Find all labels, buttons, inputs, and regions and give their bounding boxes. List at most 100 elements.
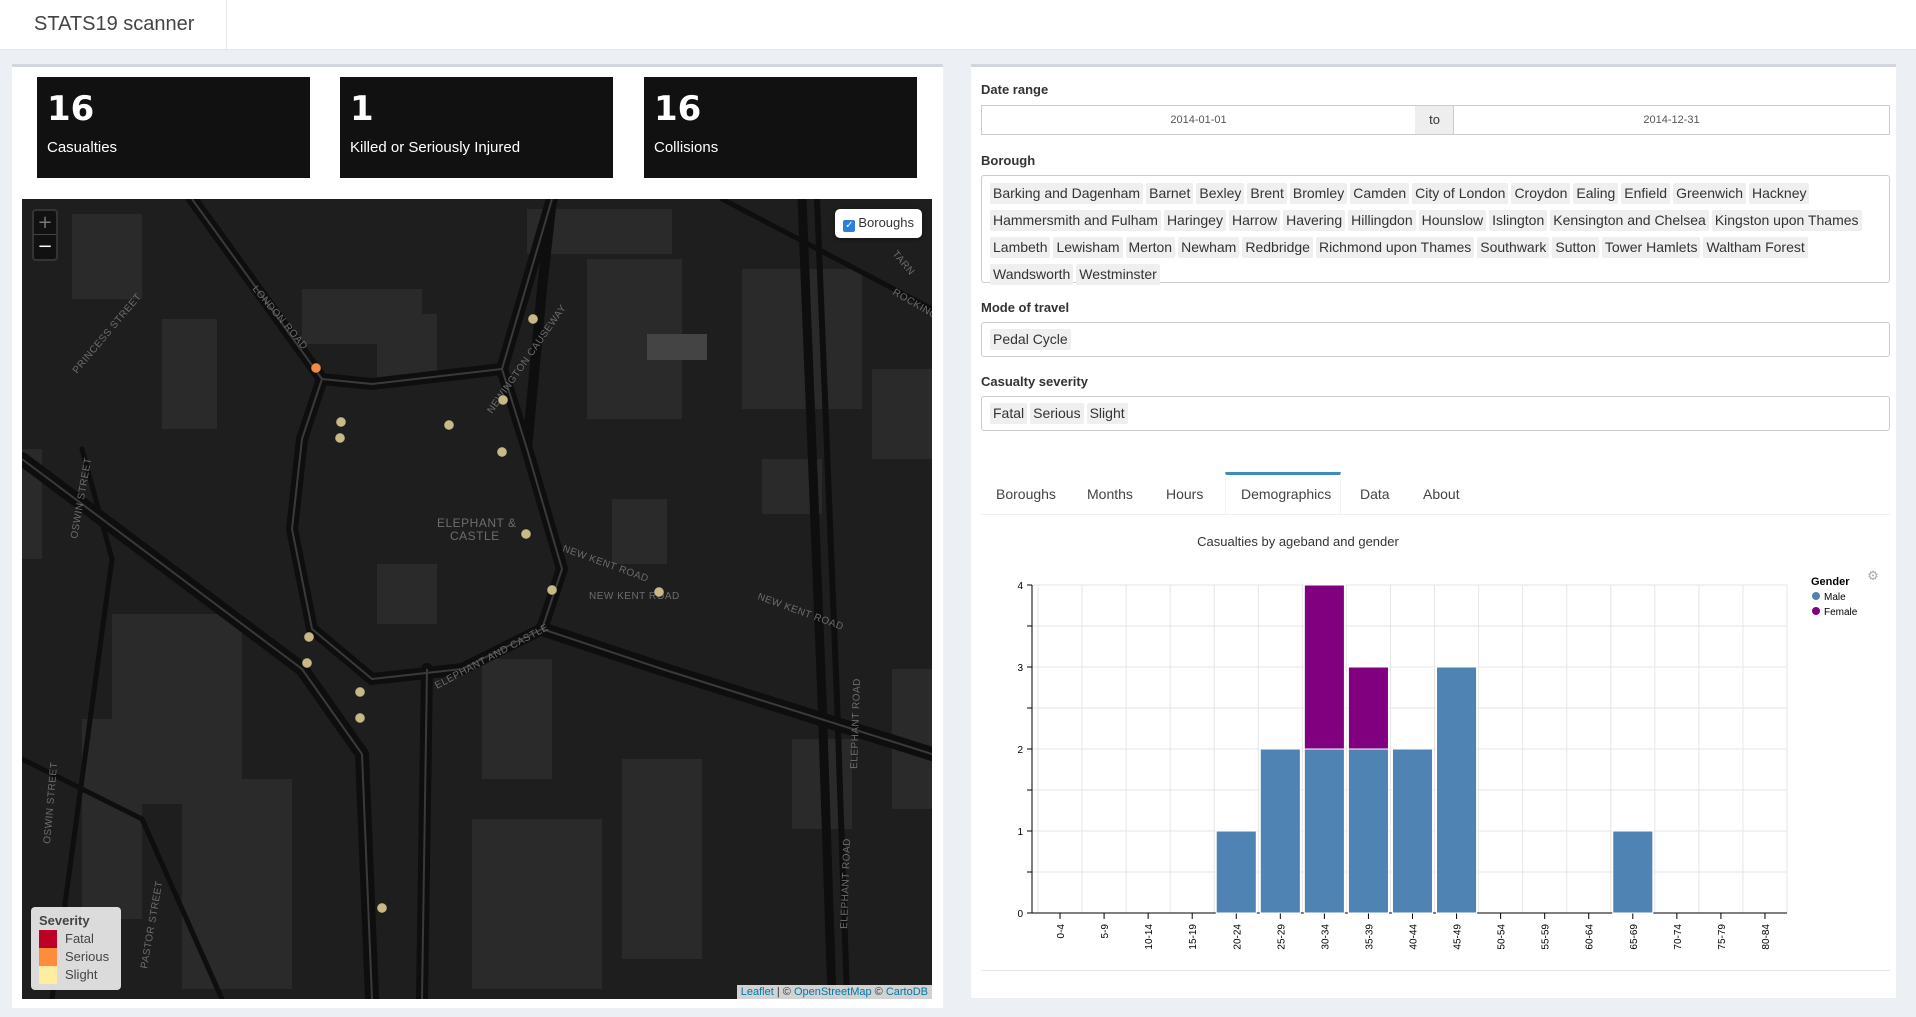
tab-data[interactable]: Data xyxy=(1345,472,1405,515)
leaflet-link[interactable]: Leaflet xyxy=(741,986,774,998)
osm-link[interactable]: OpenStreetMap xyxy=(794,986,872,998)
severity-select[interactable]: Fatal Serious Slight xyxy=(981,396,1890,431)
map-tiles: LONDON ROAD PRINCESS STREET NEWINGTON CA… xyxy=(22,199,932,999)
bar-male xyxy=(1347,748,1389,914)
borough-tag[interactable]: Merton xyxy=(1125,237,1176,258)
borough-tag[interactable]: Brent xyxy=(1247,183,1287,204)
casualty-marker[interactable] xyxy=(301,657,313,669)
legend-item-fatal: Fatal xyxy=(39,930,113,948)
casualty-marker[interactable] xyxy=(310,362,322,374)
casualties-value-box: 16 Casualties xyxy=(37,77,310,178)
borough-tag[interactable]: Wandsworth xyxy=(990,264,1074,285)
borough-tag[interactable]: Redbridge xyxy=(1242,237,1313,258)
borough-tag[interactable]: Greenwich xyxy=(1673,183,1747,204)
borough-tag[interactable]: Hackney xyxy=(1749,183,1810,204)
x-tick-label: 50-54 xyxy=(1497,924,1508,950)
borough-tag[interactable]: Hillingdon xyxy=(1348,210,1416,231)
borough-tag[interactable]: Haringey xyxy=(1163,210,1226,231)
casualty-marker[interactable] xyxy=(546,584,558,596)
borough-tag[interactable]: Hammersmith and Fulham xyxy=(990,210,1161,231)
borough-tag[interactable]: Hounslow xyxy=(1418,210,1487,231)
borough-tag[interactable]: Lambeth xyxy=(990,237,1051,258)
mode-tag[interactable]: Pedal Cycle xyxy=(990,329,1071,350)
map-label: PRINCESS STREET xyxy=(71,292,144,376)
legend-item-slight: Slight xyxy=(39,966,113,984)
borough-tag[interactable]: Barking and Dagenham xyxy=(990,183,1144,204)
mode-select[interactable]: Pedal Cycle xyxy=(981,322,1890,357)
date-range-separator: to xyxy=(1415,105,1454,135)
borough-tag[interactable]: Lewisham xyxy=(1053,237,1123,258)
borough-tag[interactable]: Enfield xyxy=(1621,183,1671,204)
casualty-marker[interactable] xyxy=(354,686,366,698)
app-title[interactable]: STATS19 scanner xyxy=(0,0,227,50)
borough-tag[interactable]: Croydon xyxy=(1511,183,1571,204)
casualty-marker[interactable] xyxy=(335,416,347,428)
borough-tag[interactable]: Ealing xyxy=(1573,183,1619,204)
borough-tag[interactable]: Islington xyxy=(1489,210,1548,231)
borough-tag[interactable]: Bromley xyxy=(1289,183,1348,204)
x-tick-label: 55-59 xyxy=(1541,924,1552,950)
legend-label: Female xyxy=(1824,607,1858,618)
start-date-input[interactable]: 2014-01-01 xyxy=(981,105,1416,135)
right-panel: Date range 2014-01-01 to 2014-12-31 Boro… xyxy=(971,64,1896,998)
casualty-marker[interactable] xyxy=(334,432,346,444)
ksi-value-box: 1 Killed or Seriously Injured xyxy=(340,77,613,178)
zoom-in-button[interactable]: + xyxy=(34,211,56,235)
end-date-input[interactable]: 2014-12-31 xyxy=(1453,105,1890,135)
collision-map[interactable]: LONDON ROAD PRINCESS STREET NEWINGTON CA… xyxy=(22,199,932,999)
tab-hours[interactable]: Hours xyxy=(1151,472,1218,515)
borough-tag[interactable]: Harrow xyxy=(1228,210,1281,231)
legend-item-serious: Serious xyxy=(39,948,113,966)
borough-tag[interactable]: Waltham Forest xyxy=(1703,237,1808,258)
severity-tag[interactable]: Serious xyxy=(1030,403,1084,424)
legend-title: Severity xyxy=(39,913,90,928)
tab-boroughs[interactable]: Boroughs xyxy=(981,472,1071,515)
tab-demographics[interactable]: Demographics xyxy=(1225,472,1341,515)
borough-tag[interactable]: Newham xyxy=(1178,237,1240,258)
chart-title: Casualties by ageband and gender xyxy=(1197,534,1399,549)
borough-tag[interactable]: Havering xyxy=(1283,210,1346,231)
casualty-marker[interactable] xyxy=(354,712,366,724)
borough-tag[interactable]: Kingston upon Thames xyxy=(1711,210,1862,231)
severity-tag[interactable]: Fatal xyxy=(990,403,1028,424)
layers-control[interactable]: ✓ Boroughs xyxy=(835,209,922,238)
casualty-marker[interactable] xyxy=(497,394,509,406)
bar-female xyxy=(1347,666,1389,750)
y-tick-label: 0 xyxy=(1017,909,1023,920)
casualty-marker[interactable] xyxy=(303,631,315,643)
casualty-marker[interactable] xyxy=(520,528,532,540)
ksi-label: Killed or Seriously Injured xyxy=(350,139,521,156)
severity-label: Casualty severity xyxy=(981,374,1088,389)
severity-legend: Severity Fatal Serious Slight xyxy=(31,907,121,990)
borough-tag[interactable]: Bexley xyxy=(1196,183,1245,204)
collisions-label: Collisions xyxy=(654,139,719,156)
borough-tag[interactable]: City of London xyxy=(1412,183,1509,204)
gear-icon[interactable]: ⚙ xyxy=(1867,569,1879,584)
borough-tag[interactable]: Westminster xyxy=(1076,264,1160,285)
borough-tag[interactable]: Sutton xyxy=(1552,237,1599,258)
boroughs-checkbox[interactable]: ✓ xyxy=(843,220,856,232)
fatal-swatch xyxy=(39,930,57,948)
map-attribution: Leaflet | © OpenStreetMap © CartoDB xyxy=(736,985,932,999)
borough-tag[interactable]: Tower Hamlets xyxy=(1601,237,1701,258)
borough-tag[interactable]: Kensington and Chelsea xyxy=(1550,210,1709,231)
tab-months[interactable]: Months xyxy=(1072,472,1148,515)
borough-select[interactable]: Barking and Dagenham Barnet Bexley Brent Bro… xyxy=(981,175,1890,285)
map-label: ELEPHANT & xyxy=(437,516,516,530)
severity-tag[interactable]: Slight xyxy=(1086,403,1128,424)
casualty-marker[interactable] xyxy=(653,586,665,598)
carto-link[interactable]: CartoDB xyxy=(886,986,928,998)
zoom-out-button[interactable]: − xyxy=(34,235,56,259)
legend-swatch xyxy=(1812,607,1820,615)
borough-tag[interactable]: Barnet xyxy=(1146,183,1194,204)
casualty-marker[interactable] xyxy=(376,902,388,914)
borough-tag[interactable]: Camden xyxy=(1350,183,1410,204)
casualty-marker[interactable] xyxy=(443,419,455,431)
borough-tag[interactable]: Richmond upon Thames xyxy=(1315,237,1475,258)
casualty-marker[interactable] xyxy=(527,313,539,325)
casualty-marker[interactable] xyxy=(496,446,508,458)
borough-tag[interactable]: Southwark xyxy=(1477,237,1550,258)
chart-legend-title: Gender xyxy=(1811,576,1850,588)
top-navbar: STATS19 scanner xyxy=(0,0,1916,50)
tab-about[interactable]: About xyxy=(1408,472,1475,515)
